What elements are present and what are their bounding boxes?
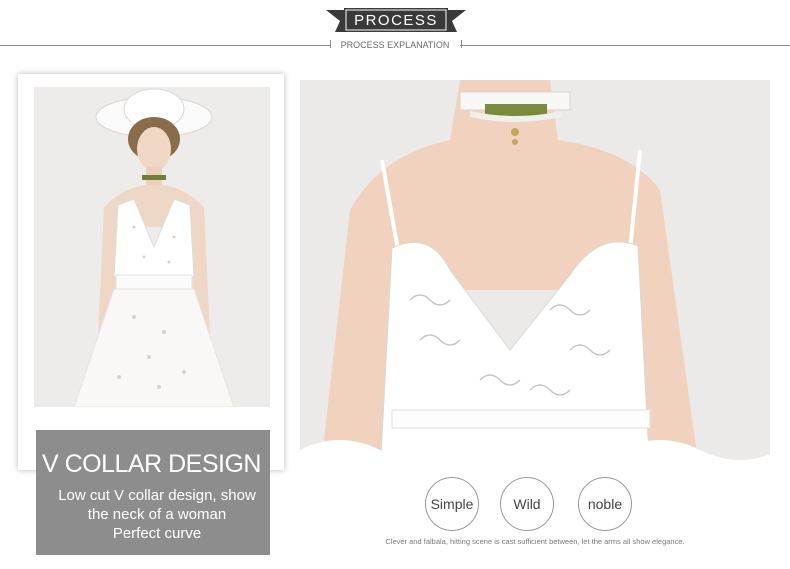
footer-note: Clever and falbala, hitting scene is cas… [385, 537, 685, 546]
section-subtitle: PROCESS EXPLANATION [340, 40, 450, 50]
tag-wild: Wild [500, 477, 554, 531]
header-divider-left [0, 45, 330, 46]
section-banner: PROCESS [326, 8, 466, 32]
model-full-illustration [34, 87, 270, 407]
model-full-photo [34, 87, 270, 407]
tag-simple: Simple [425, 477, 479, 531]
feature-description-line: Perfect curve [112, 525, 202, 542]
feature-description-line: Low cut V collar design, show [58, 487, 256, 504]
left-photo-card [18, 74, 284, 470]
section-title: PROCESS [354, 12, 438, 29]
neckline-detail-photo [300, 80, 770, 475]
neckline-detail-illustration [300, 80, 770, 475]
tag-noble: noble [578, 477, 632, 531]
header-divider-right [460, 45, 790, 46]
feature-description-line: the neck of a woman [87, 506, 227, 523]
feature-description: Low cut V collar design, show the neck o… [44, 486, 270, 543]
feature-title: V COLLAR DESIGN [42, 450, 261, 478]
